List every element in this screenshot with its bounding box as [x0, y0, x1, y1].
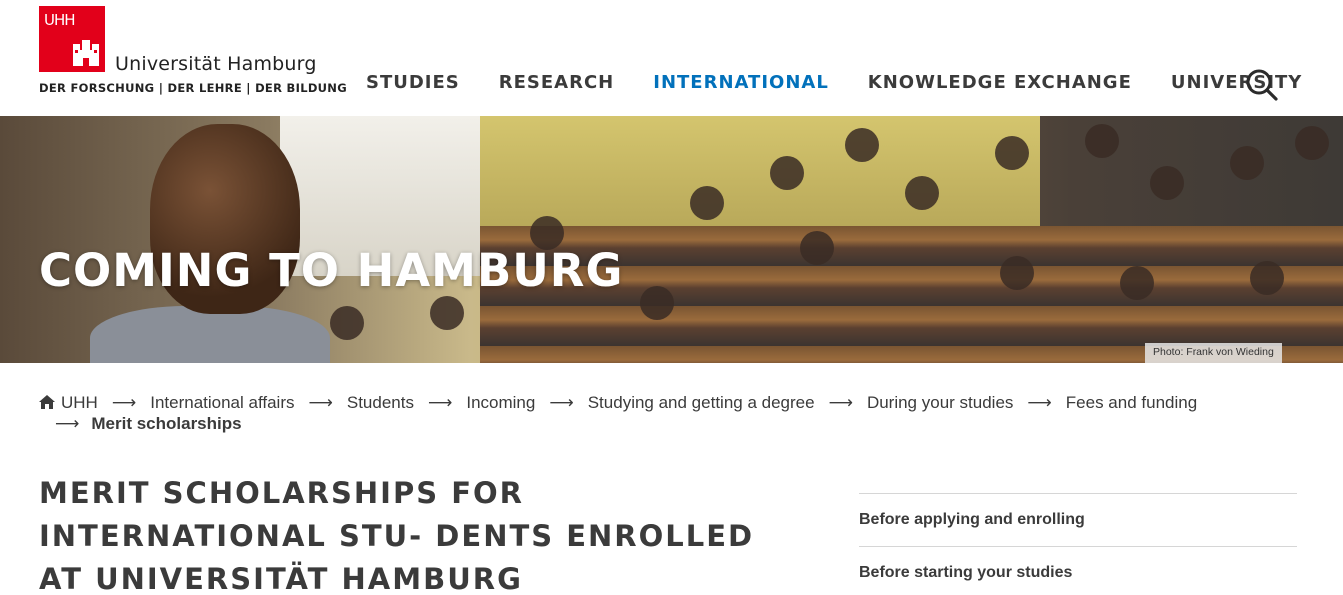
- breadcrumb-separator: ⟶: [55, 414, 80, 433]
- hero-audience-member: [800, 231, 834, 265]
- hero-audience-member: [1085, 124, 1119, 158]
- hero-banner: COMING TO HAMBURG Photo: Frank von Wiedi…: [0, 116, 1343, 363]
- hero-audience-member: [845, 128, 879, 162]
- hero-audience-member: [1295, 126, 1329, 160]
- main-navigation: STUDIES RESEARCH INTERNATIONAL KNOWLEDGE…: [366, 72, 1341, 93]
- speaker-suit: [90, 306, 330, 363]
- breadcrumb-separator: ⟶: [308, 393, 333, 412]
- hero-audience-member: [1000, 256, 1034, 290]
- nav-international[interactable]: INTERNATIONAL: [653, 72, 829, 93]
- hero-audience-member: [995, 136, 1029, 170]
- home-icon: [39, 395, 55, 409]
- hero-audience-member: [330, 306, 364, 340]
- hero-audience-member: [690, 186, 724, 220]
- hero-audience-member: [640, 286, 674, 320]
- hero-audience-member: [905, 176, 939, 210]
- breadcrumb-incoming[interactable]: Incoming: [466, 392, 535, 413]
- search-icon[interactable]: [1245, 68, 1279, 102]
- breadcrumb-current: Merit scholarships: [91, 414, 242, 433]
- hero-audience-member: [770, 156, 804, 190]
- nav-research[interactable]: RESEARCH: [499, 72, 614, 93]
- breadcrumb-separator: ⟶: [549, 393, 574, 412]
- breadcrumb-students[interactable]: Students: [347, 392, 414, 413]
- photo-credit: Photo: Frank von Wieding: [1145, 343, 1282, 363]
- breadcrumb-home[interactable]: UHH: [39, 392, 98, 413]
- breadcrumb-separator: ⟶: [427, 393, 453, 412]
- breadcrumb-during-your-studies[interactable]: During your studies: [867, 392, 1013, 413]
- breadcrumb-separator: ⟶: [111, 393, 137, 412]
- hero-audience-member: [1250, 261, 1284, 295]
- breadcrumb-studying-and-getting-a-degree[interactable]: Studying and getting a degree: [588, 392, 815, 413]
- site-header: UHH Universität Hamburg DER FORSCHUNG | …: [0, 0, 1343, 116]
- breadcrumb-item-label: UHH: [61, 393, 98, 412]
- hero-audience-member: [1230, 146, 1264, 180]
- university-tagline: DER FORSCHUNG | DER LEHRE | DER BILDUNG: [39, 81, 347, 95]
- side-navigation: Before applying and enrolling Before sta…: [859, 493, 1297, 595]
- breadcrumb-current-line: ⟶ Merit scholarships: [55, 413, 1319, 434]
- breadcrumb-separator: ⟶: [828, 393, 853, 412]
- castle-icon: [73, 40, 99, 66]
- university-name[interactable]: Universität Hamburg: [115, 53, 317, 75]
- page-title: MERIT SCHOLARSHIPS FOR INTERNATIONAL STU…: [39, 476, 755, 595]
- nav-university[interactable]: UNIVERSITY: [1171, 72, 1302, 93]
- breadcrumb-international-affairs[interactable]: International affairs: [150, 392, 294, 413]
- logo-badge-text: UHH: [44, 11, 76, 29]
- uhh-logo[interactable]: UHH: [39, 6, 105, 72]
- nav-studies[interactable]: STUDIES: [366, 72, 460, 93]
- sidenav-before-applying[interactable]: Before applying and enrolling: [859, 493, 1297, 546]
- hero-audience-member: [1150, 166, 1184, 200]
- nav-knowledge-exchange[interactable]: KNOWLEDGE EXCHANGE: [868, 72, 1132, 93]
- hero-audience-member: [430, 296, 464, 330]
- hero-background: [480, 116, 1040, 226]
- breadcrumb-separator: ⟶: [1027, 393, 1052, 412]
- breadcrumb: UHH ⟶ International affairs ⟶ Students ⟶ Inco…: [39, 392, 1319, 434]
- hero-audience-member: [1120, 266, 1154, 300]
- breadcrumb-fees-and-funding[interactable]: Fees and funding: [1066, 392, 1197, 413]
- hero-title: COMING TO HAMBURG: [39, 244, 624, 297]
- sidenav-before-starting[interactable]: Before starting your studies: [859, 546, 1297, 595]
